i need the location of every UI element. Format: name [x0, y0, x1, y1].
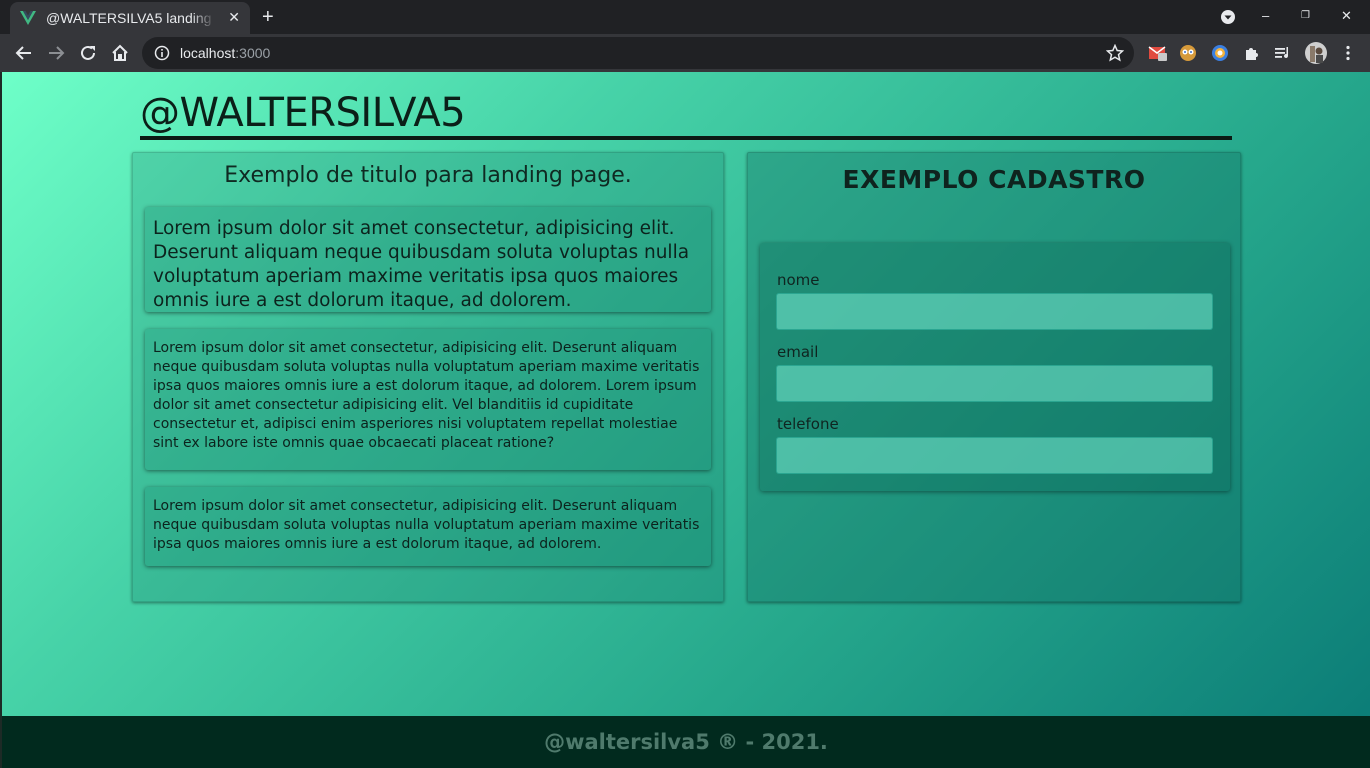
back-button[interactable] — [13, 42, 35, 64]
tab-search-icon[interactable] — [1220, 9, 1236, 25]
brand-title: @WALTERSILVA5 — [140, 90, 466, 136]
forward-button[interactable] — [45, 42, 67, 64]
reload-icon — [81, 45, 95, 60]
intro-paragraph: Lorem ipsum dolor sit amet consectetur, … — [145, 207, 711, 312]
signup-title: EXEMPLO CADASTRO — [842, 165, 1146, 194]
footer-copyright: @waltersilva5 ® - 2021. — [544, 730, 828, 754]
info-icon[interactable] — [154, 45, 170, 61]
phone-label: telefone — [777, 415, 839, 433]
body-paragraph: Lorem ipsum dolor sit amet consectetur, … — [145, 329, 711, 470]
page-viewport: @WALTERSILVA5 Exemplo de titulo para lan… — [2, 72, 1370, 768]
page-header: @WALTERSILVA5 — [140, 90, 1232, 140]
browser-tab[interactable]: @WALTERSILVA5 landing page ✕ — [10, 2, 250, 34]
browser-toolbar: localhost:3000 — [0, 34, 1370, 72]
target-extension-icon[interactable] — [1210, 43, 1230, 63]
arrow-left-icon — [15, 46, 31, 60]
address-bar[interactable]: localhost:3000 — [142, 37, 1134, 69]
arrow-right-icon — [49, 46, 65, 60]
minimize-button[interactable]: – — [1262, 8, 1269, 23]
home-button[interactable] — [109, 42, 131, 64]
landing-content-card: Exemplo de titulo para landing page. Lor… — [132, 152, 724, 602]
page-footer: @waltersilva5 ® - 2021. — [2, 716, 1370, 768]
bookmark-star-icon[interactable] — [1106, 44, 1124, 62]
phone-field[interactable] — [776, 437, 1213, 474]
home-icon — [112, 44, 128, 61]
maximize-button[interactable]: ❐ — [1301, 10, 1310, 21]
reload-button[interactable] — [77, 42, 99, 64]
profile-avatar[interactable] — [1305, 42, 1327, 64]
signup-form: nome email telefone — [760, 243, 1230, 491]
body-paragraph: Lorem ipsum dolor sit amet consectetur, … — [145, 487, 711, 566]
name-field[interactable] — [776, 293, 1213, 330]
email-label: email — [777, 343, 819, 361]
tab-title: @WALTERSILVA5 landing page — [46, 10, 216, 26]
gmail-extension-icon[interactable] — [1148, 43, 1168, 63]
more-menu-icon[interactable] — [1338, 43, 1358, 63]
owl-extension-icon[interactable] — [1178, 43, 1198, 63]
url-port: :3000 — [235, 45, 271, 61]
email-field[interactable] — [776, 365, 1213, 402]
puzzle-extensions-icon[interactable] — [1242, 43, 1262, 63]
tab-close-icon[interactable]: ✕ — [228, 10, 240, 26]
tab-strip: @WALTERSILVA5 landing page ✕ + – ❐ ✕ — [0, 0, 1370, 34]
signup-card: EXEMPLO CADASTRO nome email telefone — [747, 152, 1241, 602]
name-label: nome — [777, 271, 820, 289]
url-host: localhost — [180, 45, 236, 61]
new-tab-button[interactable]: + — [262, 6, 274, 29]
vue-logo-icon — [20, 11, 36, 25]
close-window-button[interactable]: ✕ — [1341, 8, 1352, 24]
landing-title: Exemplo de titulo para landing page. — [224, 163, 632, 188]
media-queue-icon[interactable] — [1273, 43, 1293, 63]
